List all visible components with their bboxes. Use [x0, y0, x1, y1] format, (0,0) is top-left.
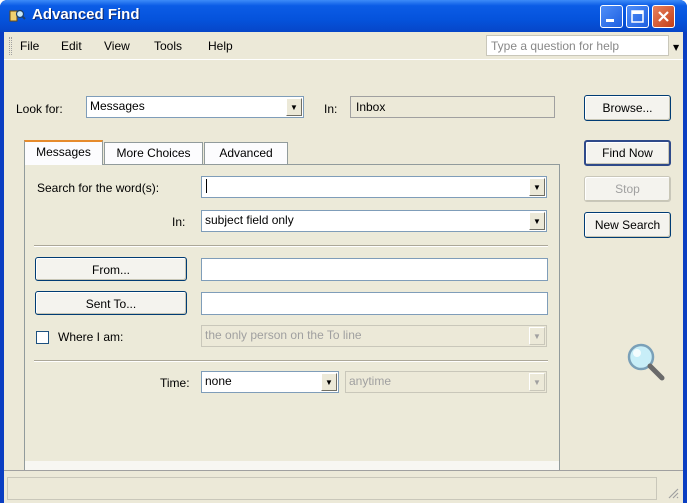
- messages-tab-content: Search for the word(s): ▼ In: subject fi…: [25, 165, 559, 461]
- advanced-find-app-icon: [9, 9, 26, 22]
- chevron-down-icon[interactable]: ▼: [529, 178, 545, 196]
- where-i-am-label: Where I am:: [58, 330, 124, 344]
- close-icon: [658, 11, 669, 22]
- tab-messages[interactable]: Messages: [24, 140, 103, 165]
- where-i-am-checkbox[interactable]: [36, 331, 49, 344]
- menu-help[interactable]: Help: [208, 39, 233, 53]
- divider: [34, 360, 548, 362]
- time-range-select[interactable]: anytime ▼: [345, 371, 547, 393]
- stop-button[interactable]: Stop: [584, 176, 671, 202]
- from-button[interactable]: From...: [35, 257, 187, 281]
- find-now-button[interactable]: Find Now: [584, 140, 671, 166]
- look-for-select[interactable]: Messages ▼: [86, 96, 304, 118]
- chevron-down-icon[interactable]: ▼: [529, 373, 545, 391]
- chevron-down-icon[interactable]: ▼: [529, 212, 545, 230]
- chevron-down-icon[interactable]: ▼: [673, 43, 679, 52]
- resize-grip-icon[interactable]: [667, 487, 679, 499]
- close-button[interactable]: [652, 5, 675, 28]
- text-cursor: [206, 179, 211, 193]
- minimize-icon: [606, 19, 614, 22]
- tab-advanced[interactable]: Advanced: [204, 142, 288, 164]
- menu-view[interactable]: View: [104, 39, 130, 53]
- title-bar[interactable]: Advanced Find: [0, 0, 687, 32]
- menu-edit[interactable]: Edit: [61, 39, 82, 53]
- in-folder-field: Inbox: [350, 96, 555, 118]
- search-in-label: In:: [172, 215, 186, 229]
- look-for-value: Messages: [90, 99, 145, 113]
- time-value: none: [205, 374, 232, 388]
- magnifier-icon: [627, 343, 665, 381]
- browse-button[interactable]: Browse...: [584, 95, 671, 121]
- window-title: Advanced Find: [32, 6, 140, 23]
- minimize-button[interactable]: [600, 5, 623, 28]
- menu-file[interactable]: File: [20, 39, 39, 53]
- time-label: Time:: [160, 376, 190, 390]
- window-client-area: File Edit View Tools Help Type a questio…: [4, 32, 683, 503]
- advanced-find-window: Advanced Find File Edit View Tools Help …: [0, 0, 687, 503]
- chevron-down-icon[interactable]: ▼: [286, 98, 302, 116]
- menu-bar: File Edit View Tools Help Type a questio…: [4, 32, 683, 60]
- menu-tools[interactable]: Tools: [154, 39, 182, 53]
- search-in-value: subject field only: [205, 213, 294, 227]
- sent-to-input[interactable]: [201, 292, 548, 315]
- in-folder-label: In:: [324, 102, 338, 116]
- look-for-label: Look for:: [16, 102, 63, 116]
- chevron-down-icon[interactable]: ▼: [529, 327, 545, 345]
- new-search-button[interactable]: New Search: [584, 212, 671, 238]
- time-select[interactable]: none ▼: [201, 371, 339, 393]
- ask-question-input[interactable]: Type a question for help: [486, 35, 669, 56]
- sent-to-button[interactable]: Sent To...: [35, 291, 187, 315]
- status-bar: [4, 470, 683, 503]
- messages-tab-panel: Search for the word(s): ▼ In: subject fi…: [24, 164, 560, 494]
- status-field: [7, 477, 657, 500]
- where-i-am-select[interactable]: the only person on the To line ▼: [201, 325, 547, 347]
- chevron-down-icon[interactable]: ▼: [321, 373, 337, 391]
- search-words-label: Search for the word(s):: [37, 181, 160, 195]
- time-range-value: anytime: [349, 374, 392, 388]
- tab-more-choices[interactable]: More Choices: [104, 142, 203, 164]
- maximize-button[interactable]: [626, 5, 649, 28]
- divider: [34, 245, 548, 247]
- search-words-input[interactable]: ▼: [201, 176, 547, 198]
- toolbar-grip[interactable]: [9, 37, 12, 55]
- from-input[interactable]: [201, 258, 548, 281]
- maximize-icon: [631, 10, 644, 23]
- search-in-select[interactable]: subject field only ▼: [201, 210, 547, 232]
- where-i-am-value: the only person on the To line: [205, 328, 362, 342]
